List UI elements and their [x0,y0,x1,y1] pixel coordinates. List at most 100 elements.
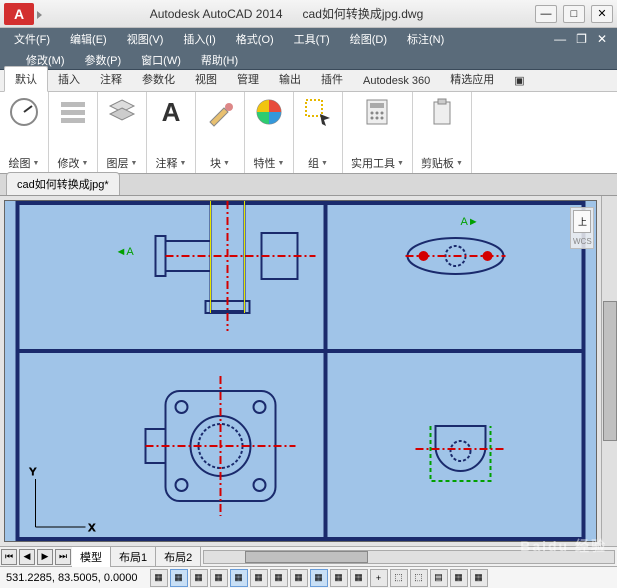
tab-nav-first[interactable]: ⏮ [1,549,17,565]
dropdown-arrow-icon: ▼ [397,160,404,167]
status-toggle[interactable]: ▦ [210,569,228,587]
ribbon-tab-output[interactable]: 输出 [269,67,311,91]
ribbon-tab-view[interactable]: 视图 [185,67,227,91]
status-toggle[interactable]: ▦ [290,569,308,587]
dropdown-arrow-icon: ▼ [456,160,463,167]
calc-icon [361,96,393,128]
drawing-viewport[interactable]: ◄A A► [4,200,597,542]
dropdown-arrow-icon: ▼ [223,160,230,167]
menu-tools[interactable]: 工具(T) [286,29,338,49]
status-toggle[interactable]: ▦ [230,569,248,587]
app-menu-button[interactable]: A [4,3,34,25]
tab-nav-last[interactable]: ⏭ [55,549,71,565]
document-tabs: cad如何转换成jpg* [0,174,617,196]
close-button[interactable]: ✕ [591,5,613,23]
scrollbar-vertical[interactable] [601,196,617,546]
doc-restore[interactable]: ❐ [572,32,591,46]
doc-minimize[interactable]: — [550,32,570,46]
ribbon-tab-expand[interactable]: ▣ [504,70,534,91]
status-toggle[interactable]: ▦ [450,569,468,587]
status-toggle[interactable]: ▦ [310,569,328,587]
menu-bar-1: 文件(F) 编辑(E) 视图(V) 插入(I) 格式(O) 工具(T) 绘图(D… [0,28,617,50]
section-marker: ◄A [116,246,135,258]
panel-label: 块 [210,155,221,171]
status-toggle[interactable]: ▦ [470,569,488,587]
layout-tab-model[interactable]: 模型 [72,547,111,567]
dropdown-arrow-icon: ▼ [321,160,328,167]
menu-insert[interactable]: 插入(I) [175,29,223,49]
ribbon-tab-plugins[interactable]: 插件 [311,67,353,91]
app-name: Autodesk AutoCAD 2014 [150,7,283,21]
layout-tab-layout1[interactable]: 布局1 [111,547,156,567]
ribbon-tab-a360[interactable]: Autodesk 360 [353,71,440,91]
status-toggle[interactable]: + [370,569,388,587]
status-bar: 531.2285, 83.5005, 0.0000 ▦ ▦ ▦ ▦ ▦ ▦ ▦ … [0,566,617,588]
title-text: Autodesk AutoCAD 2014 cad如何转换成jpg.dwg [38,5,535,22]
viewcube-face[interactable]: 上 [573,210,591,233]
scrollbar-horizontal[interactable] [203,550,615,564]
ribbon-tab-insert[interactable]: 插入 [48,67,90,91]
panel-layers[interactable]: 图层▼ [98,92,147,173]
status-toggle[interactable]: ▦ [270,569,288,587]
ribbon-tab-default[interactable]: 默认 [4,66,48,92]
menu-dimension[interactable]: 标注(N) [399,29,452,49]
panel-annotate[interactable]: A 注释▼ [147,92,196,173]
status-toggle[interactable]: ▤ [430,569,448,587]
doc-name: cad如何转换成jpg.dwg [303,7,424,21]
tab-nav-prev[interactable]: ◀ [19,549,35,565]
status-toggle[interactable]: ▦ [350,569,368,587]
panel-label: 特性 [254,155,276,171]
panel-block[interactable]: 块▼ [196,92,245,173]
dropdown-arrow-icon: ▼ [33,160,40,167]
layers-icon [106,96,138,128]
panel-label: 组 [308,155,319,171]
panel-label: 修改 [58,155,80,171]
tab-nav-next[interactable]: ▶ [37,549,53,565]
ribbon-tab-featured[interactable]: 精选应用 [440,67,504,91]
status-toggle[interactable]: ▦ [330,569,348,587]
ribbon-content: 绘图▼ 修改▼ 图层▼ A 注释▼ 块▼ 特性▼ 组▼ 实用工具▼ 剪贴板▼ [0,92,617,174]
panel-clipboard[interactable]: 剪贴板▼ [413,92,472,173]
minimize-button[interactable]: — [535,5,557,23]
status-toggle[interactable]: ▦ [150,569,168,587]
menu-file[interactable]: 文件(F) [6,29,58,49]
status-toggle[interactable]: ⬚ [410,569,428,587]
menu-draw[interactable]: 绘图(D) [342,29,395,49]
brush-icon [204,96,236,128]
layout-tab-layout2[interactable]: 布局2 [156,547,201,567]
panel-group[interactable]: 组▼ [294,92,343,173]
dropdown-arrow-icon: ▼ [82,160,89,167]
section-marker: A► [461,216,479,228]
panel-label: 绘图 [9,155,31,171]
status-toggle[interactable]: ▦ [250,569,268,587]
panel-utilities[interactable]: 实用工具▼ [343,92,413,173]
status-toggle[interactable]: ▦ [170,569,188,587]
menu-view[interactable]: 视图(V) [119,29,172,49]
clipboard-icon [426,96,458,128]
ribbon-tab-annotate[interactable]: 注释 [90,67,132,91]
status-toggle[interactable]: ▦ [190,569,208,587]
panel-label: 实用工具 [351,155,395,171]
ribbon-tab-manage[interactable]: 管理 [227,67,269,91]
doc-close[interactable]: ✕ [593,32,611,46]
status-toggle[interactable]: ⬚ [390,569,408,587]
file-tab-current[interactable]: cad如何转换成jpg* [6,172,120,195]
layout-tabs: ⏮ ◀ ▶ ⏭ 模型 布局1 布局2 [0,546,617,566]
panel-label: 注释 [156,155,178,171]
canvas-area: ◄A A► [0,196,617,546]
color-wheel-icon [253,96,285,128]
viewcube[interactable]: 上 WCS [570,207,594,249]
panel-draw[interactable]: 绘图▼ [0,92,49,173]
window-controls: — □ ✕ [535,5,613,23]
panel-label: 图层 [107,155,129,171]
dropdown-arrow-icon: ▼ [131,160,138,167]
panel-properties[interactable]: 特性▼ [245,92,294,173]
menu-edit[interactable]: 编辑(E) [62,29,115,49]
maximize-button[interactable]: □ [563,5,585,23]
ribbon-tab-parametric[interactable]: 参数化 [132,67,185,91]
menu-format[interactable]: 格式(O) [228,29,282,49]
scroll-thumb[interactable] [245,551,368,563]
panel-modify[interactable]: 修改▼ [49,92,98,173]
svg-text:Y: Y [30,467,37,478]
scroll-thumb[interactable] [603,301,617,441]
